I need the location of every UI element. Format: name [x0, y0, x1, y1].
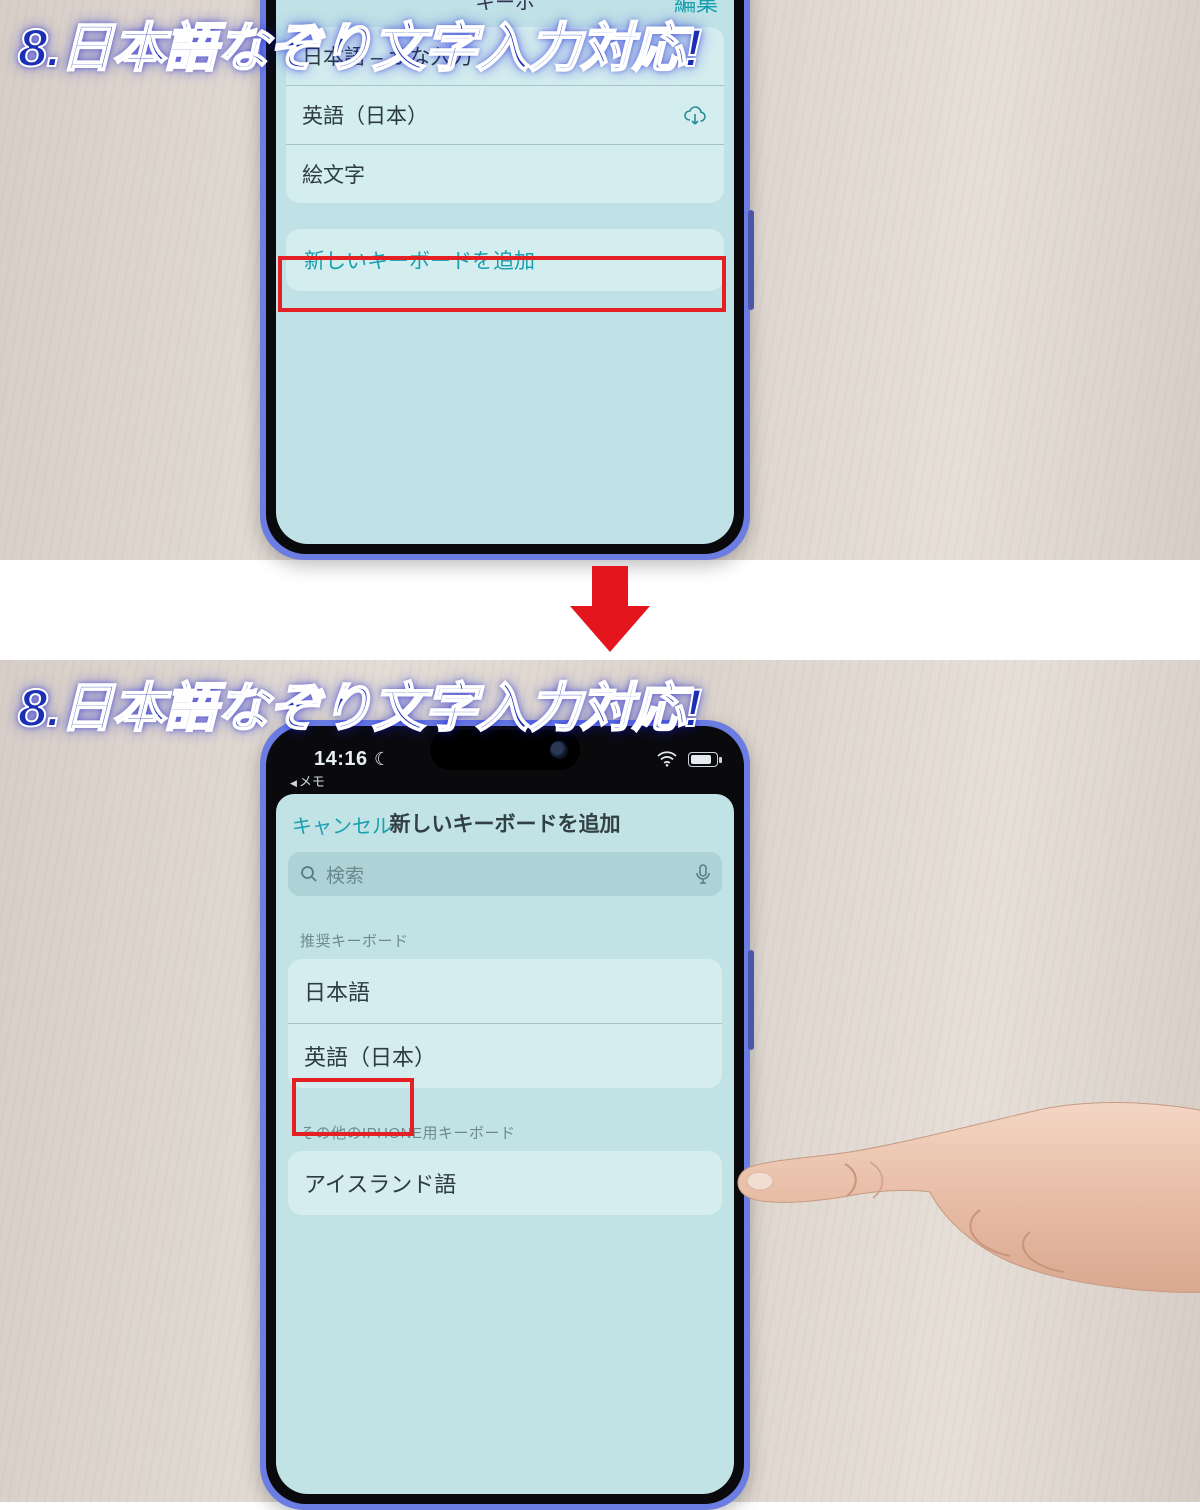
- sheet-title: 新しいキーボードを追加: [276, 808, 734, 838]
- other-icelandic[interactable]: アイスランド語: [288, 1151, 722, 1215]
- cloud-download-icon[interactable]: [682, 105, 708, 125]
- phone-side-button: [748, 950, 754, 1050]
- keyboard-row-label: 日本語 – かな入力: [302, 41, 472, 71]
- add-keyboard-sheet: キャンセル 新しいキーボードを追加 検索 推奨キーボード: [276, 794, 734, 1494]
- status-time: 14:16: [314, 748, 368, 771]
- phone-frame-bottom: 14:16 ☾ メモ キャンセル 新しいキーボードを追加: [260, 720, 750, 1510]
- dictation-icon[interactable]: [696, 864, 710, 884]
- nav-title: キーボ: [276, 0, 734, 15]
- keyboard-row-label: 絵文字: [302, 159, 365, 189]
- other-keyboard-list: アイスランド語: [288, 1151, 722, 1215]
- nav-bar: キーボ 編集: [276, 0, 734, 20]
- keyboard-row-japanese-kana[interactable]: 日本語 – かな入力: [286, 27, 724, 86]
- suggested-keyboard-list: 日本語 英語（日本）: [288, 959, 722, 1088]
- keyboard-row-label: 英語（日本）: [302, 100, 428, 130]
- add-new-keyboard-button[interactable]: 新しいキーボードを追加: [286, 229, 724, 291]
- wifi-icon: [656, 751, 678, 767]
- section-header-suggested: 推奨キーボード: [300, 930, 710, 951]
- dynamic-island: [430, 730, 580, 770]
- arrow-down-icon: [570, 566, 650, 656]
- search-icon: [300, 865, 318, 883]
- battery-icon: [688, 752, 718, 767]
- add-keyboard-section: 新しいキーボードを追加: [286, 229, 724, 291]
- do-not-disturb-icon: ☾: [374, 749, 390, 770]
- keyboard-list: 日本語 – かな入力 英語（日本） 絵文字: [286, 27, 724, 203]
- suggested-japanese[interactable]: 日本語: [288, 959, 722, 1024]
- keyboard-row-emoji[interactable]: 絵文字: [286, 145, 724, 203]
- section-header-other: その他のIPHONE用キーボード: [300, 1122, 710, 1143]
- search-placeholder: 検索: [326, 861, 688, 888]
- phone-frame-top: キーボ 編集 日本語 – かな入力 英語（日本）: [260, 0, 750, 560]
- back-to-app[interactable]: メモ: [290, 771, 325, 790]
- keyboard-row-english-japan[interactable]: 英語（日本）: [286, 86, 724, 145]
- suggested-english-japan[interactable]: 英語（日本）: [288, 1024, 722, 1088]
- edit-button[interactable]: 編集: [674, 0, 718, 18]
- phone-side-button: [748, 210, 754, 310]
- search-input[interactable]: 検索: [288, 852, 722, 896]
